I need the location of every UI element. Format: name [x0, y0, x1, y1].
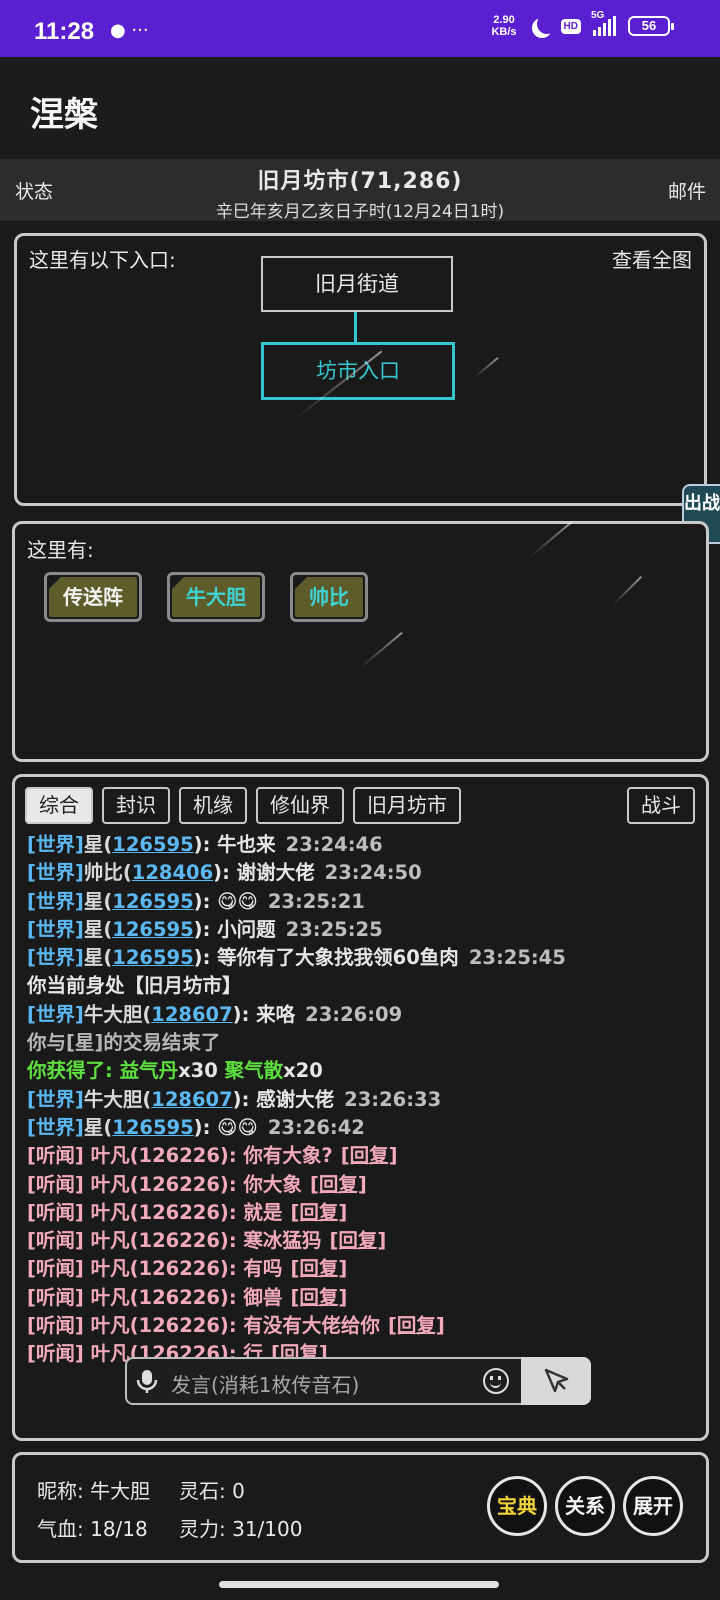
chat-panel: 综合 封识 机缘 修仙界 旧月坊市 战斗 [世界]星(126595): 牛也来 2…: [12, 774, 709, 1441]
reply-link[interactable]: [回复]: [290, 1257, 347, 1280]
loot-message: 你获得了: 益气丹x30 聚气散x20: [27, 1059, 323, 1083]
user-id-link[interactable]: 126595: [112, 890, 193, 913]
reply-link[interactable]: [回复]: [290, 1201, 347, 1224]
location-name: 旧月坊市(71,286): [257, 169, 463, 194]
battery-icon: 56: [628, 16, 674, 36]
clock: 11:28: [34, 18, 95, 45]
decorative-streak: [529, 520, 573, 558]
chat-message: [世界]星(126595): 牛也来 23:24:46: [27, 833, 383, 856]
emoji-icon[interactable]: [483, 1368, 509, 1394]
user-id-link[interactable]: 126595: [112, 1116, 193, 1139]
chat-message: [世界]牛大胆(128607): 感谢大佬 23:26:33: [27, 1087, 442, 1111]
here-label: 这里有:: [27, 538, 94, 562]
decorative-streak: [359, 631, 403, 669]
user-id-link[interactable]: 126595: [112, 833, 193, 856]
tab-sealed[interactable]: 封识: [102, 787, 170, 824]
chat-message: [世界]牛大胆(128607): 来咯 23:26:09: [27, 1002, 403, 1026]
user-id-link[interactable]: 128607: [151, 1003, 232, 1026]
entrances-panel: 这里有以下入口: 查看全图 旧月街道 坊市入口: [14, 233, 707, 506]
do-not-disturb-icon: [537, 14, 557, 34]
private-message: [听闻] 叶凡(126226): 有吗 [回复]: [27, 1257, 348, 1281]
player-status-panel: 昵称: 牛大胆 灵石: 0 气血: 18/18 灵力: 31/100 宝典 关系…: [12, 1452, 709, 1563]
chat-input-bar: 发言(消耗1枚传音石): [125, 1357, 591, 1405]
hd-icon: HD: [560, 18, 581, 34]
player-hp: 气血: 18/18: [37, 1517, 148, 1541]
chat-log: [世界]星(126595): 牛也来 23:24:46 [世界]帅比(128406…: [27, 831, 697, 1369]
chat-message: [世界]星(126595): 小问题 23:25:25: [27, 917, 383, 941]
chat-message: [世界]星(126595): 等你有了大象找我领60鱼肉 23:25:45: [27, 946, 566, 970]
reply-link[interactable]: [回复]: [290, 1286, 347, 1309]
here-panel: 这里有: 传送阵 牛大胆 帅比: [12, 520, 709, 762]
chat-message: [世界]星(126595): 😋😋 23:25:21: [27, 889, 365, 913]
user-id-link[interactable]: 128607: [151, 1088, 232, 1111]
reply-link[interactable]: [回复]: [341, 1144, 398, 1167]
entrances-label: 这里有以下入口:: [29, 248, 176, 272]
relations-button[interactable]: 关系: [555, 1476, 615, 1536]
mail-button[interactable]: 邮件: [668, 177, 706, 204]
decorative-streak: [612, 576, 642, 606]
private-message: [听闻] 叶凡(126226): 你大象 [回复]: [27, 1172, 367, 1196]
view-full-map-button[interactable]: 查看全图: [612, 244, 692, 273]
network-speed: 2.90 KB/s: [491, 14, 517, 38]
npc-niu-dadan[interactable]: 牛大胆: [167, 572, 265, 622]
private-message: [听闻] 叶凡(126226): 你有大象? [回复]: [27, 1144, 398, 1168]
decorative-streak: [474, 356, 499, 378]
tab-battle[interactable]: 战斗: [627, 787, 695, 824]
private-message: [听闻] 叶凡(126226): 寒冰猛犸 [回复]: [27, 1229, 387, 1253]
private-message: [听闻] 叶凡(126226): 有没有大佬给你 [回复]: [27, 1314, 445, 1338]
user-id-link[interactable]: 128406: [132, 861, 213, 884]
private-message: [听闻] 叶凡(126226): 御兽 [回复]: [27, 1285, 348, 1309]
player-mana: 灵力: 31/100: [179, 1517, 303, 1541]
notification-icons: ● ···: [110, 20, 149, 41]
app-header: 涅槃: [0, 57, 720, 159]
home-indicator[interactable]: [219, 1581, 499, 1588]
player-nickname: 昵称: 牛大胆: [37, 1479, 151, 1503]
player-spirit-stone: 灵石: 0: [179, 1479, 245, 1503]
reply-link[interactable]: [回复]: [329, 1229, 386, 1252]
location-bar: 状态 旧月坊市(71,286) 辛巳年亥月乙亥日子时(12月24日1时) 邮件: [0, 159, 720, 222]
reply-link[interactable]: [回复]: [388, 1314, 445, 1337]
chat-tabs: 综合 封识 机缘 修仙界 旧月坊市: [25, 787, 461, 824]
tab-old-moon-market[interactable]: 旧月坊市: [353, 787, 461, 824]
game-date: 辛巳年亥月乙亥日子时(12月24日1时): [215, 202, 505, 222]
signal-icon: 5G: [591, 10, 616, 36]
npc-teleport-array[interactable]: 传送阵: [44, 572, 142, 622]
microphone-icon[interactable]: [133, 1367, 161, 1395]
private-message: [听闻] 叶凡(126226): 就是 [回复]: [27, 1200, 348, 1224]
tab-fortune[interactable]: 机缘: [179, 787, 247, 824]
npc-shuaibi[interactable]: 帅比: [290, 572, 368, 622]
send-button[interactable]: [521, 1357, 591, 1405]
expand-button[interactable]: 展开: [623, 1476, 683, 1536]
codex-button[interactable]: 宝典: [487, 1476, 547, 1536]
system-status-bar: 11:28 ● ··· 2.90 KB/s HD 5G 56: [0, 0, 720, 57]
tab-general[interactable]: 综合: [25, 787, 93, 824]
map-node-old-moon-street[interactable]: 旧月街道: [261, 256, 453, 312]
system-message: 你当前身处【旧月坊市】: [27, 974, 242, 998]
chat-message: [世界]星(126595): 😋😋 23:26:42: [27, 1115, 365, 1139]
reply-link[interactable]: [回复]: [310, 1173, 367, 1196]
user-id-link[interactable]: 126595: [112, 918, 193, 941]
send-cursor-icon: [544, 1368, 569, 1393]
user-id-link[interactable]: 126595: [112, 946, 193, 969]
tab-cultivation-world[interactable]: 修仙界: [256, 787, 344, 824]
chat-message: [世界]帅比(128406): 谢谢大佬 23:24:50: [27, 861, 422, 885]
location-info: 旧月坊市(71,286) 辛巳年亥月乙亥日子时(12月24日1时): [0, 163, 720, 222]
system-message: 你与[星]的交易结束了: [27, 1031, 221, 1055]
page-title: 涅槃: [30, 95, 98, 135]
status-icons: 2.90 KB/s HD 5G 56: [491, 10, 674, 38]
chat-input[interactable]: 发言(消耗1枚传音石): [171, 1369, 359, 1398]
map-connector: [354, 312, 357, 342]
